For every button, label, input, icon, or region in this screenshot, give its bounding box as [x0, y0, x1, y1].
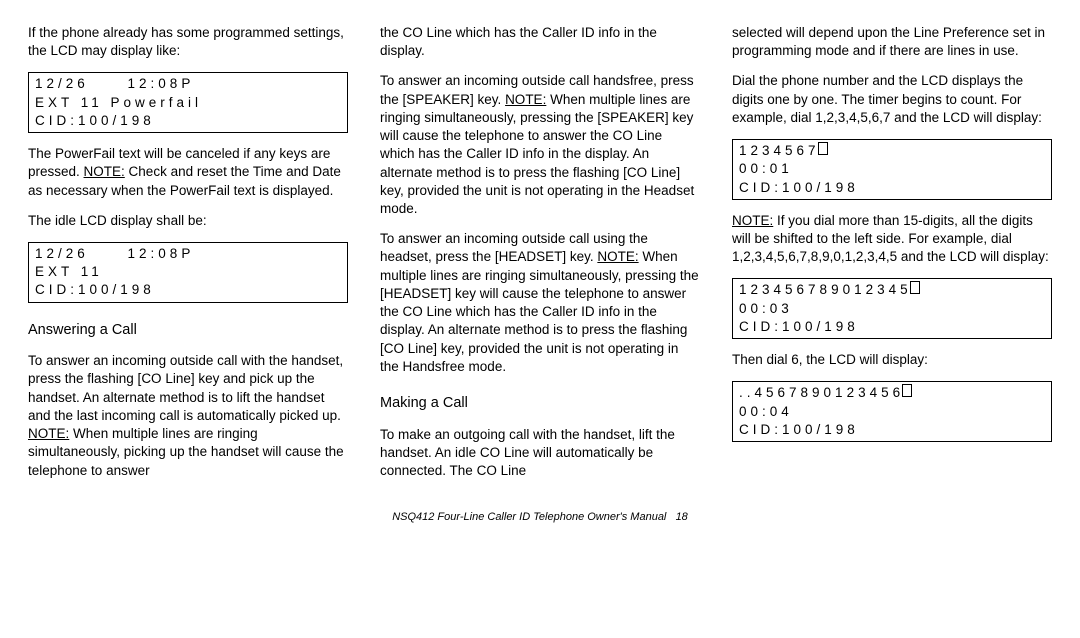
paragraph: Then dial 6, the LCD will display:: [732, 351, 1052, 369]
paragraph: selected will depend upon the Line Prefe…: [732, 24, 1052, 60]
paragraph: If the phone already has some pro­gramme…: [28, 24, 348, 60]
column-1: If the phone already has some pro­gramme…: [28, 24, 348, 492]
text: If you dial more than 15-digits, all the…: [732, 213, 1049, 264]
note-label: NOTE:: [505, 92, 546, 107]
text: When multiple lines are ringing simultan…: [380, 92, 694, 216]
lcd-line: 00:03: [739, 301, 793, 316]
note-label: NOTE:: [732, 213, 773, 228]
three-column-layout: If the phone already has some pro­gramme…: [28, 24, 1052, 492]
paragraph: To answer an incoming outside call with …: [28, 352, 348, 480]
note-label: NOTE:: [28, 426, 69, 441]
lcd-line: 00:01: [739, 161, 793, 176]
heading-answering-call: Answering a Call: [28, 321, 348, 341]
page-number: 18: [676, 511, 688, 523]
cursor-icon: [902, 384, 912, 397]
note-label: NOTE:: [84, 164, 125, 179]
paragraph: To make an outgoing call with the hand­s…: [380, 426, 700, 481]
lcd-line: EXT 11: [35, 264, 103, 279]
paragraph: Dial the phone number and the LCD dis­pl…: [732, 72, 1052, 127]
lcd-line: CID:100/198: [35, 113, 155, 128]
lcd-line: CID:100/198: [739, 422, 859, 437]
lcd-line: CID:100/198: [739, 319, 859, 334]
lcd-line: 123456789012345: [739, 282, 912, 297]
column-3: selected will depend upon the Line Prefe…: [732, 24, 1052, 492]
lcd-display-box: 123456789012345 00:03 CID:100/198: [732, 278, 1052, 339]
heading-making-call: Making a Call: [380, 394, 700, 414]
paragraph: NOTE: If you dial more than 15-digits, a…: [732, 212, 1052, 267]
lcd-line: CID:100/198: [739, 180, 859, 195]
text: When multiple lines are ring­ing simulta…: [28, 426, 344, 477]
lcd-display-box: 12/26 12:08P EXT 11 CID:100/198: [28, 242, 348, 303]
paragraph: The idle LCD display shall be:: [28, 212, 348, 230]
lcd-line: CID:100/198: [35, 282, 155, 297]
lcd-line: 12/26 12:08P: [35, 246, 194, 261]
lcd-line: ..4567890123456: [739, 385, 904, 400]
lcd-line: 12/26 12:08P: [35, 76, 194, 91]
lcd-display-box: 1234567 00:01 CID:100/198: [732, 139, 1052, 200]
lcd-line: EXT 11 Powerfail: [35, 95, 202, 110]
lcd-display-box: ..4567890123456 00:04 CID:100/198: [732, 381, 1052, 442]
cursor-icon: [910, 281, 920, 294]
cursor-icon: [818, 142, 828, 155]
paragraph: To answer an incoming outside call hands…: [380, 72, 700, 218]
text: To answer an incoming outside call with …: [28, 353, 343, 423]
paragraph: The PowerFail text will be canceled if a…: [28, 145, 348, 200]
paragraph: the CO Line which has the Caller ID info…: [380, 24, 700, 60]
footer-title: NSQ412 Four-Line Caller ID Telephone Own…: [392, 511, 666, 523]
lcd-line: 00:04: [739, 404, 793, 419]
lcd-line: 1234567: [739, 143, 820, 158]
page-footer: NSQ412 Four-Line Caller ID Telephone Own…: [28, 510, 1052, 525]
column-2: the CO Line which has the Caller ID info…: [380, 24, 700, 492]
note-label: NOTE:: [597, 249, 638, 264]
text: When multiple lines are ringing simultan…: [380, 249, 699, 373]
lcd-display-box: 12/26 12:08P EXT 11 Powerfail CID:100/19…: [28, 72, 348, 133]
paragraph: To answer an incoming outside call using…: [380, 230, 700, 376]
